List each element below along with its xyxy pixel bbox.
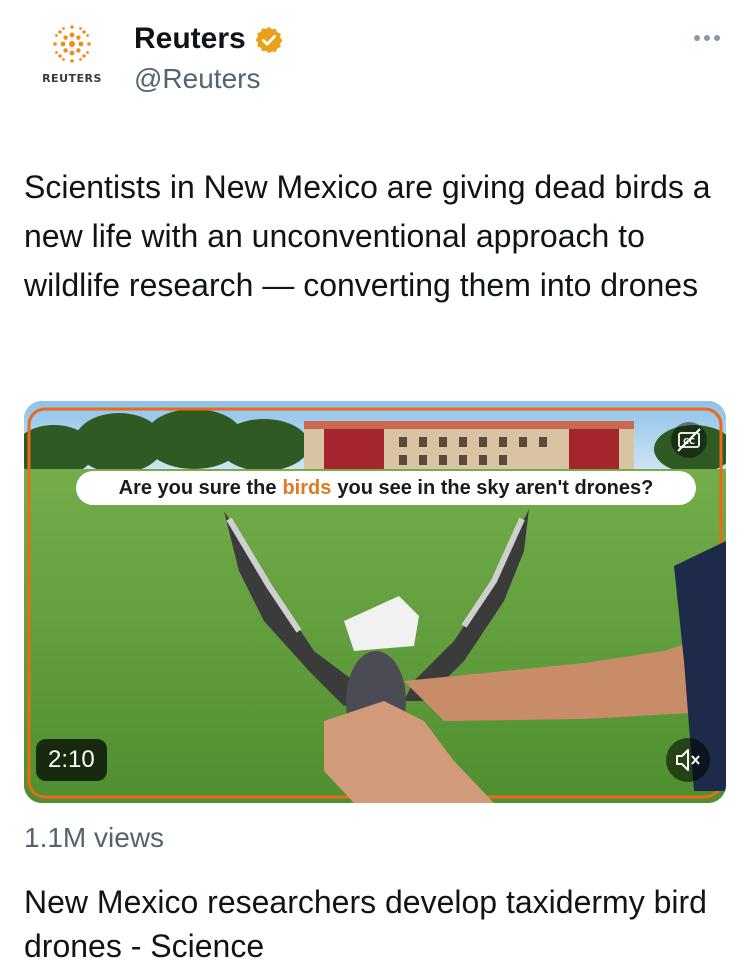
link-card-title[interactable]: New Mexico researchers develop taxidermy… [24, 880, 724, 968]
video-caption: Are you sure the birds you see in the sk… [76, 471, 696, 505]
reuters-logo-wordmark: REUTERS [42, 72, 102, 85]
author-display-name[interactable]: Reuters [134, 22, 246, 56]
verified-badge-icon[interactable] [254, 25, 284, 55]
author-handle[interactable]: @Reuters [134, 63, 260, 95]
video-duration: 2:10 [36, 739, 107, 781]
tweet-text: Scientists in New Mexico are giving dead… [24, 169, 711, 303]
more-options-icon[interactable] [692, 30, 722, 46]
closed-captions-icon[interactable]: CC [670, 421, 708, 459]
view-count: 1.1M views [24, 822, 165, 853]
reuters-avatar[interactable]: REUTERS [34, 22, 110, 94]
video-thumbnail [24, 401, 726, 803]
caption-text-highlight: birds [282, 476, 332, 499]
video-player[interactable]: Are you sure the birds you see in the sk… [24, 401, 726, 803]
reuters-logo-icon [53, 25, 91, 63]
caption-text-after: you see in the sky aren't drones? [337, 476, 654, 499]
caption-text-before: Are you sure the [118, 476, 277, 499]
muted-speaker-icon[interactable] [665, 737, 711, 783]
tweet-header: REUTERS Reuters @Reuters [0, 0, 750, 120]
author-name-row: Reuters [134, 22, 284, 56]
